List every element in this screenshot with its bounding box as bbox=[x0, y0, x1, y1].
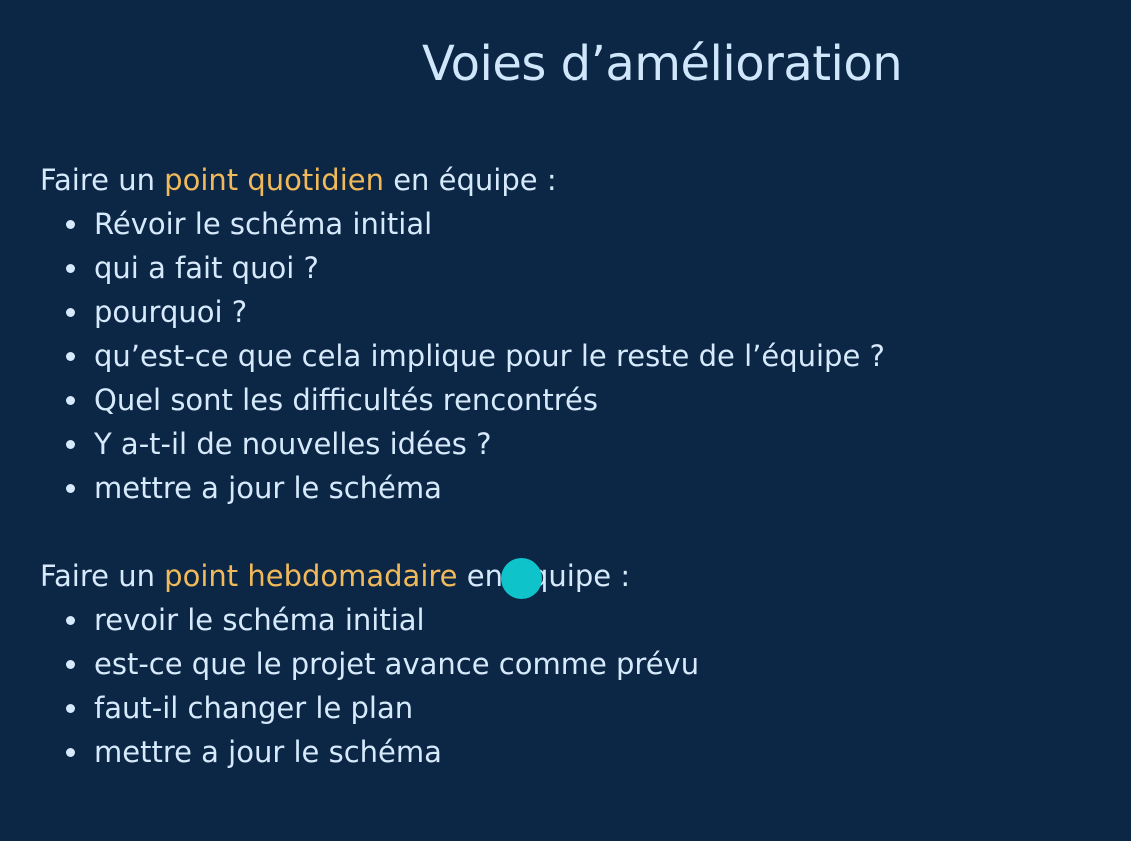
section-heading: Faire un point quotidien en équipe : bbox=[40, 158, 885, 202]
list-item-text: mettre a jour le schéma bbox=[94, 471, 442, 505]
list-item-text: Révoir le schéma initial bbox=[94, 207, 433, 241]
slide-title: Voies d’amélioration bbox=[422, 36, 903, 92]
pointer-dot-icon bbox=[501, 558, 542, 599]
list-item: revoir le schéma initial bbox=[40, 598, 699, 642]
heading-highlight: point hebdomadaire bbox=[164, 559, 458, 593]
list-item: qu’est-ce que cela implique pour le rest… bbox=[40, 334, 885, 378]
list-item: Quel sont les difficultés rencontrés bbox=[40, 378, 885, 422]
presentation-slide: Voies d’amélioration Faire un point quot… bbox=[0, 0, 1131, 841]
section-daily-meeting: Faire un point quotidien en équipe : Rév… bbox=[40, 158, 885, 510]
list-item: qui a fait quoi ? bbox=[40, 246, 885, 290]
bullet-icon bbox=[66, 440, 75, 449]
heading-highlight: point quotidien bbox=[164, 163, 384, 197]
list-item: Y a-t-il de nouvelles idées ? bbox=[40, 422, 885, 466]
list-item-text: faut-il changer le plan bbox=[94, 691, 414, 725]
bullet-icon bbox=[66, 660, 75, 669]
section-weekly-meeting: Faire un point hebdomadaire en équipe : … bbox=[40, 554, 699, 774]
list-item: Révoir le schéma initial bbox=[40, 202, 885, 246]
list-item: mettre a jour le schéma bbox=[40, 730, 699, 774]
list-item-text: pourquoi ? bbox=[94, 295, 248, 329]
heading-suffix: en équipe : bbox=[384, 163, 557, 197]
list-item-text: est-ce que le projet avance comme prévu bbox=[94, 647, 700, 681]
bullet-icon bbox=[66, 616, 75, 625]
heading-prefix: Faire un bbox=[40, 163, 165, 197]
bullet-icon bbox=[66, 704, 75, 713]
section-heading: Faire un point hebdomadaire en équipe : bbox=[40, 554, 699, 598]
list-item-text: mettre a jour le schéma bbox=[94, 735, 442, 769]
list-item: pourquoi ? bbox=[40, 290, 885, 334]
list-item: faut-il changer le plan bbox=[40, 686, 699, 730]
heading-suffix: en équipe : bbox=[457, 559, 631, 593]
bullet-icon bbox=[66, 748, 75, 757]
bullet-list: Révoir le schéma initial qui a fait quoi… bbox=[40, 202, 885, 510]
bullet-icon bbox=[66, 264, 75, 273]
list-item-text: qu’est-ce que cela implique pour le rest… bbox=[94, 339, 885, 373]
list-item-text: Quel sont les difficultés rencontrés bbox=[94, 383, 598, 417]
list-item-text: qui a fait quoi ? bbox=[94, 251, 319, 285]
bullet-icon bbox=[66, 484, 75, 493]
bullet-icon bbox=[66, 352, 75, 361]
heading-prefix: Faire un bbox=[40, 559, 165, 593]
list-item: est-ce que le projet avance comme prévu bbox=[40, 642, 699, 686]
bullet-list: revoir le schéma initial est-ce que le p… bbox=[40, 598, 699, 774]
bullet-icon bbox=[66, 308, 75, 317]
list-item: mettre a jour le schéma bbox=[40, 466, 885, 510]
bullet-icon bbox=[66, 220, 75, 229]
list-item-text: revoir le schéma initial bbox=[94, 603, 425, 637]
list-item-text: Y a-t-il de nouvelles idées ? bbox=[94, 427, 492, 461]
bullet-icon bbox=[66, 396, 75, 405]
